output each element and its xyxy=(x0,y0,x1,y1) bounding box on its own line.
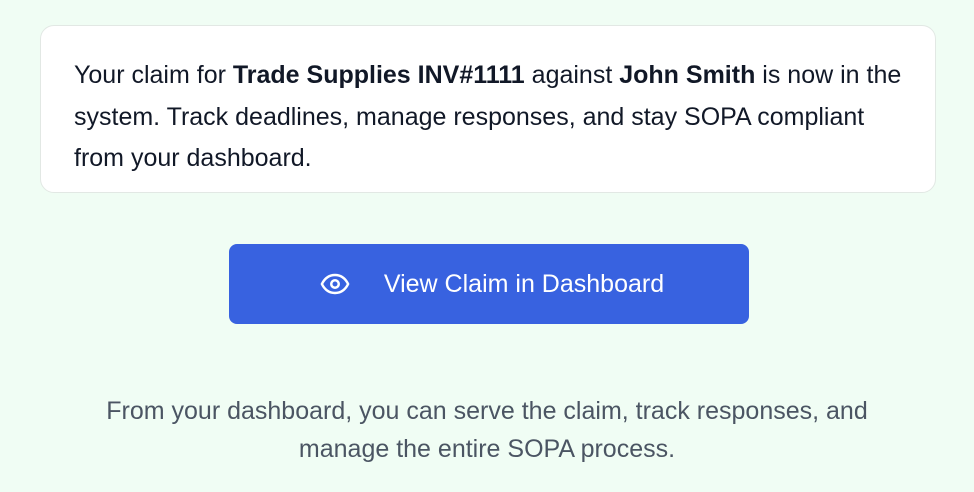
dashboard-help-line-1: From your dashboard, you can serve the c… xyxy=(106,397,868,425)
confirmation-text-intro: Your claim for xyxy=(74,61,233,89)
view-claim-in-dashboard-button[interactable]: View Claim in Dashboard xyxy=(229,244,749,324)
claim-confirmation-card: Your claim for Trade Supplies INV#1111 a… xyxy=(40,25,936,193)
eye-icon xyxy=(320,269,350,299)
respondent-name: John Smith xyxy=(619,61,756,89)
confirmation-text-against: against xyxy=(524,61,620,89)
claim-name: Trade Supplies INV#1111 xyxy=(232,61,525,89)
dashboard-help-text: From your dashboard, you can serve the c… xyxy=(0,392,974,468)
dashboard-help-line-2: manage the entire SOPA process. xyxy=(298,435,676,463)
view-claim-button-label: View Claim in Dashboard xyxy=(383,269,665,298)
